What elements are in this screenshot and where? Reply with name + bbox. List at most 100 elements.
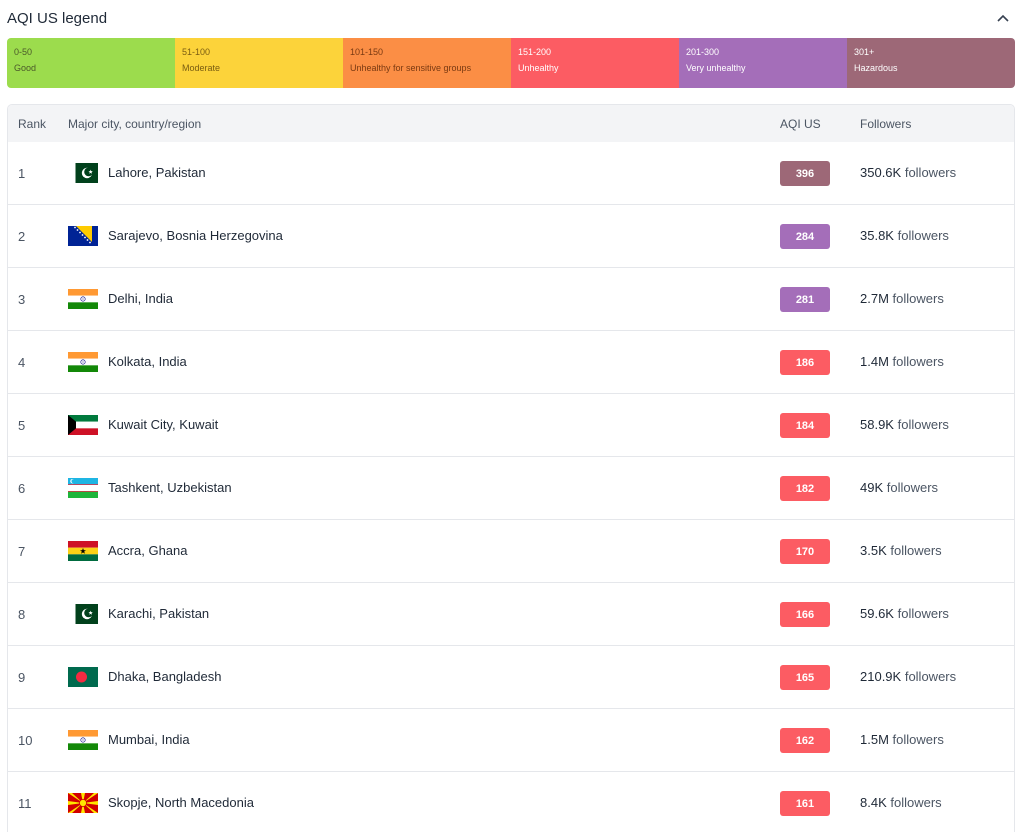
rank-cell: 11 [18,796,32,811]
followers-suffix: followers [897,228,949,243]
followers-count: 2.7M [860,291,889,306]
followers-suffix: followers [892,354,944,369]
table-row[interactable]: 6 Tashkent, Uzbekistan 182 49K followers [8,457,1014,520]
followers-cell: 35.8K followers [860,228,949,243]
table-row[interactable]: 5 Kuwait City, Kuwait 184 58.9K followers [8,394,1014,457]
bangladesh-flag-icon [68,667,98,687]
followers-cell: 59.6K followers [860,606,949,621]
header-followers[interactable]: Followers [860,117,911,131]
india-flag-icon [68,289,98,309]
followers-cell: 58.9K followers [860,417,949,432]
legend-segment: 201-300 Very unhealthy [679,38,847,88]
city-link[interactable]: Delhi, India [108,291,173,306]
city-link[interactable]: Skopje, North Macedonia [108,795,254,810]
rank-cell: 3 [18,292,26,307]
table-row[interactable]: 9 Dhaka, Bangladesh 165 210.9K followers [8,646,1014,709]
city-link[interactable]: Tashkent, Uzbekistan [108,480,232,495]
india-flag-icon [68,352,98,372]
legend-label: Good [14,63,37,73]
header-city[interactable]: Major city, country/region [68,117,201,131]
followers-suffix: followers [897,606,949,621]
followers-count: 59.6K [860,606,894,621]
table-row[interactable]: 11 Skopje, North Macedonia 161 8.4K followe… [8,772,1014,832]
legend-segment: 151-200 Unhealthy [511,38,679,88]
header-rank[interactable]: Rank [18,117,46,131]
city-link[interactable]: Karachi, Pakistan [108,606,209,621]
followers-suffix: followers [904,669,957,684]
aqi-badge: 186 [780,350,830,375]
aqi-badge: 281 [780,287,830,312]
followers-cell: 49K followers [860,480,938,495]
rank-cell: 8 [18,607,26,622]
legend-range: 0-50 [14,47,33,57]
followers-cell: 8.4K followers [860,795,942,810]
city-ranking-table: Rank Major city, country/region AQI US F… [7,104,1015,832]
aqi-badge: 166 [780,602,830,627]
aqi-badge: 284 [780,224,830,249]
chevron-up-icon[interactable] [993,8,1013,28]
legend-range: 201-300 [686,47,720,57]
ghana-flag-icon [68,541,98,561]
legend-range: 101-150 [350,47,384,57]
followers-suffix: followers [892,291,944,306]
rank-cell: 1 [18,166,26,181]
legend-segment: 51-100 Moderate [175,38,343,88]
legend-label: Very unhealthy [686,63,746,73]
legend-range: 151-200 [518,47,552,57]
city-link[interactable]: Sarajevo, Bosnia Herzegovina [108,228,283,243]
aqi-badge: 161 [780,791,830,816]
legend-label: Hazardous [854,63,898,73]
table-header: Rank Major city, country/region AQI US F… [8,105,1014,142]
rank-cell: 7 [18,544,26,559]
legend-label: Moderate [182,63,221,73]
followers-count: 3.5K [860,543,887,558]
table-row[interactable]: 4 Kolkata, India 186 1.4M followers [8,331,1014,394]
table-row[interactable]: 8 Karachi, Pakistan 166 59.6K followers [8,583,1014,646]
table-row[interactable]: 7 Accra, Ghana 170 3.5K followers [8,520,1014,583]
city-link[interactable]: Kuwait City, Kuwait [108,417,218,432]
city-link[interactable]: Accra, Ghana [108,543,188,558]
legend-label: Unhealthy [518,63,559,73]
followers-count: 1.4M [860,354,889,369]
city-link[interactable]: Dhaka, Bangladesh [108,669,221,684]
header-aqi[interactable]: AQI US [780,117,821,131]
bosnia-flag-icon [68,226,98,246]
legend-range: 51-100 [182,47,211,57]
rank-cell: 5 [18,418,26,433]
followers-count: 49K [860,480,884,495]
followers-count: 8.4K [860,795,887,810]
followers-cell: 210.9K followers [860,669,956,684]
followers-count: 210.9K [860,669,902,684]
table-row[interactable]: 1 Lahore, Pakistan 396 350.6K followers [8,142,1014,205]
table-row[interactable]: 10 Mumbai, India 162 1.5M followers [8,709,1014,772]
followers-cell: 2.7M followers [860,291,944,306]
legend-segment: 0-50 Good [7,38,175,88]
aqi-badge: 182 [780,476,830,501]
followers-cell: 1.5M followers [860,732,944,747]
followers-suffix: followers [890,795,942,810]
legend-title: AQI US legend [7,9,108,27]
followers-cell: 3.5K followers [860,543,942,558]
legend-header: AQI US legend [7,6,1013,30]
followers-suffix: followers [897,417,949,432]
followers-count: 350.6K [860,165,902,180]
table-row[interactable]: 2 Sarajevo, Bosnia Herzegovina 284 35.8K fo… [8,205,1014,268]
rank-cell: 10 [18,733,33,748]
macedonia-flag-icon [68,793,98,813]
table-row[interactable]: 3 Delhi, India 281 2.7M followers [8,268,1014,331]
legend-range: 301+ [854,47,875,57]
pakistan-flag-icon [68,163,98,183]
aqi-badge: 170 [780,539,830,564]
aqi-badge: 184 [780,413,830,438]
kuwait-flag-icon [68,415,98,435]
pakistan-flag-icon [68,604,98,624]
city-link[interactable]: Mumbai, India [108,732,190,747]
city-link[interactable]: Lahore, Pakistan [108,165,206,180]
legend-label: Unhealthy for sensitive groups [350,63,472,73]
city-link[interactable]: Kolkata, India [108,354,187,369]
followers-suffix: followers [904,165,957,180]
aqi-badge: 162 [780,728,830,753]
followers-cell: 350.6K followers [860,165,956,180]
rank-cell: 4 [18,355,26,370]
followers-count: 35.8K [860,228,894,243]
